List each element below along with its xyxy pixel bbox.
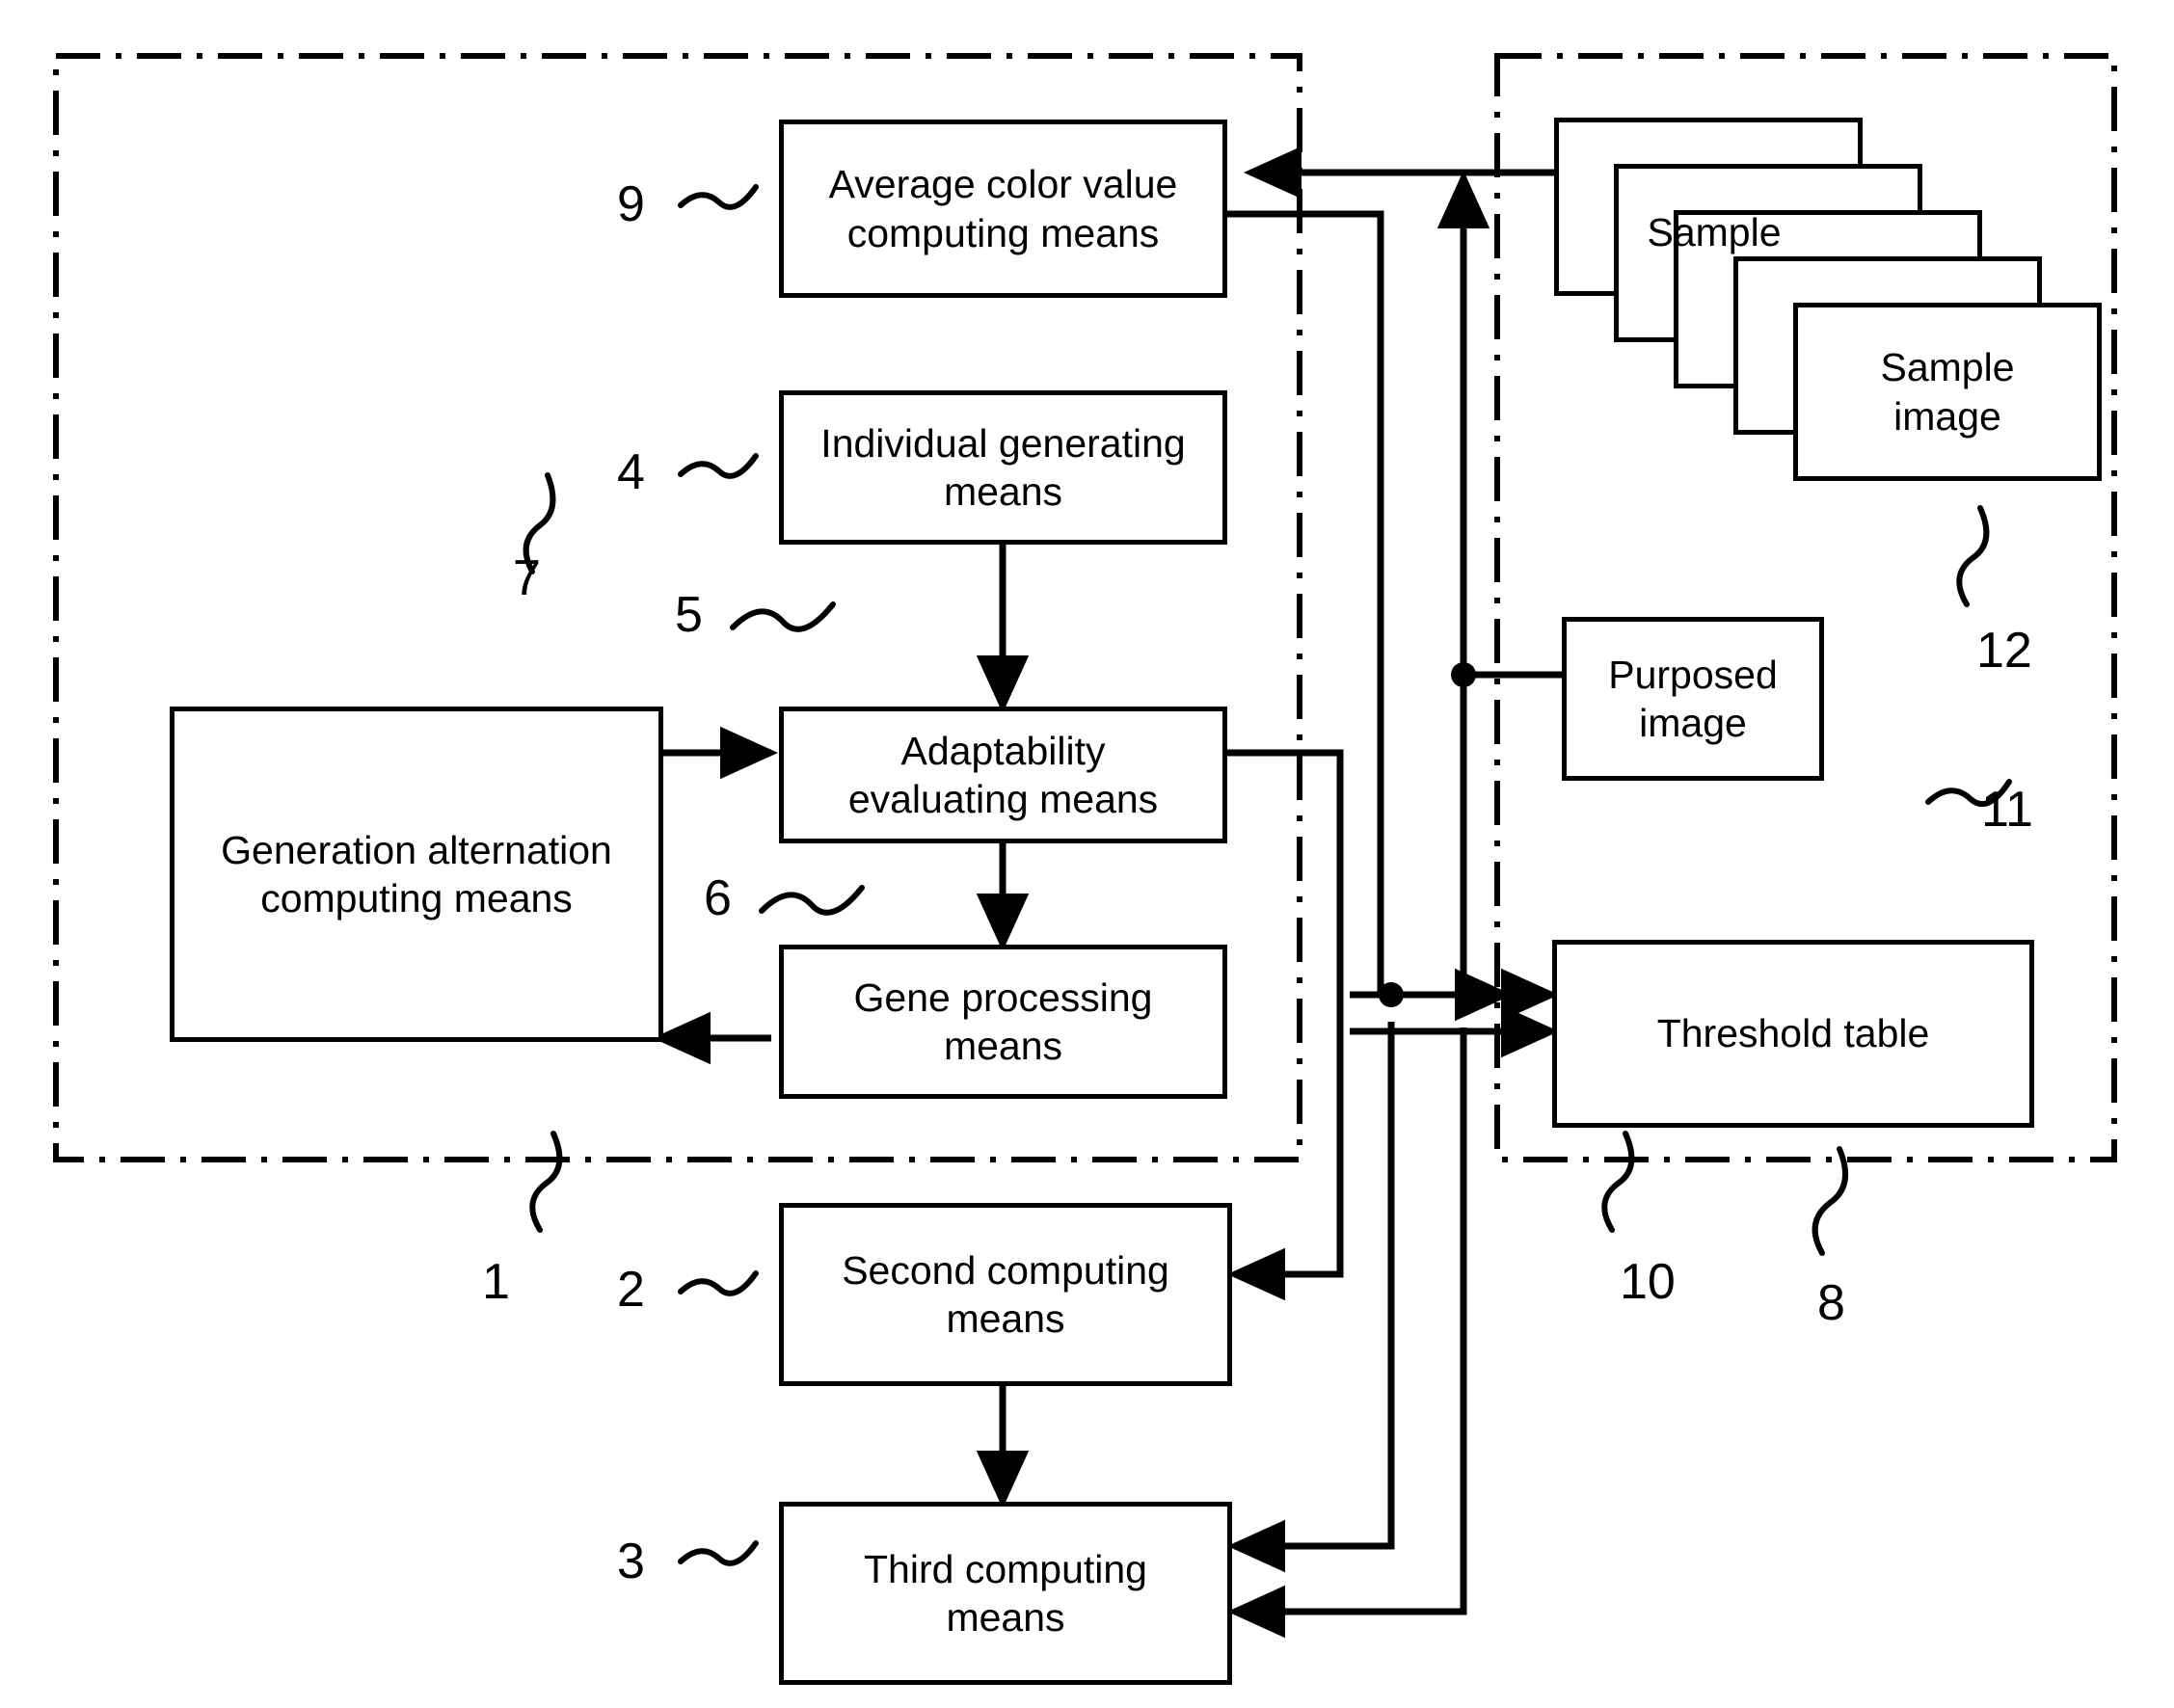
sample-image-stack[interactable]: Sample image Sample [1554,118,2113,522]
box-label: Generation alternation computing means [221,827,612,921]
junction-dot-purposed [1451,662,1476,687]
ref-number-5: 5 [675,587,703,643]
box-label: Second computing means [842,1247,1169,1341]
box-generation-alternation-computing-means[interactable]: Generation alternation computing means [170,707,663,1042]
diagram-canvas: Average color value computing means Indi… [0,0,2174,1708]
box-average-color-value-computing-means[interactable]: Average color value computing means [779,120,1227,298]
ref-number-10: 10 [1620,1254,1676,1310]
box-third-computing-means[interactable]: Third computing means [779,1502,1232,1685]
box-label: Average color value computing means [828,162,1178,255]
sample-stack-partial-label: Sample [1647,210,1782,255]
junction-dot-bus [1379,982,1404,1007]
box-label: Individual generating means [820,420,1186,514]
box-label: Purposed image [1608,652,1778,745]
ref-number-1: 1 [482,1254,510,1310]
sample-image-label: Sample image [1880,345,2015,439]
box-label: Adaptability evaluating means [847,728,1159,821]
box-purposed-image[interactable]: Purposed image [1562,617,1824,781]
ref-number-4: 4 [617,444,645,500]
box-threshold-table[interactable]: Threshold table [1552,940,2034,1128]
box-individual-generating-means[interactable]: Individual generating means [779,390,1227,545]
box-label: Third computing means [864,1546,1147,1640]
ref-number-2: 2 [617,1262,645,1318]
sample-sheet-1: Sample image [1793,303,2102,481]
box-label: Gene processing means [853,974,1153,1068]
box-label: Threshold table [1656,1011,1930,1056]
ref-number-11: 11 [1981,782,2033,838]
ref-number-12: 12 [1976,623,2032,679]
ref-number-9: 9 [617,176,645,232]
ref-number-3: 3 [617,1534,645,1589]
box-second-computing-means[interactable]: Second computing means [779,1203,1232,1386]
ref-number-6: 6 [704,870,732,926]
box-gene-processing-means[interactable]: Gene processing means [779,945,1227,1099]
ref-number-7: 7 [513,550,541,606]
ref-number-8: 8 [1817,1275,1845,1331]
box-adaptability-evaluating-means[interactable]: Adaptability evaluating means [779,707,1227,843]
